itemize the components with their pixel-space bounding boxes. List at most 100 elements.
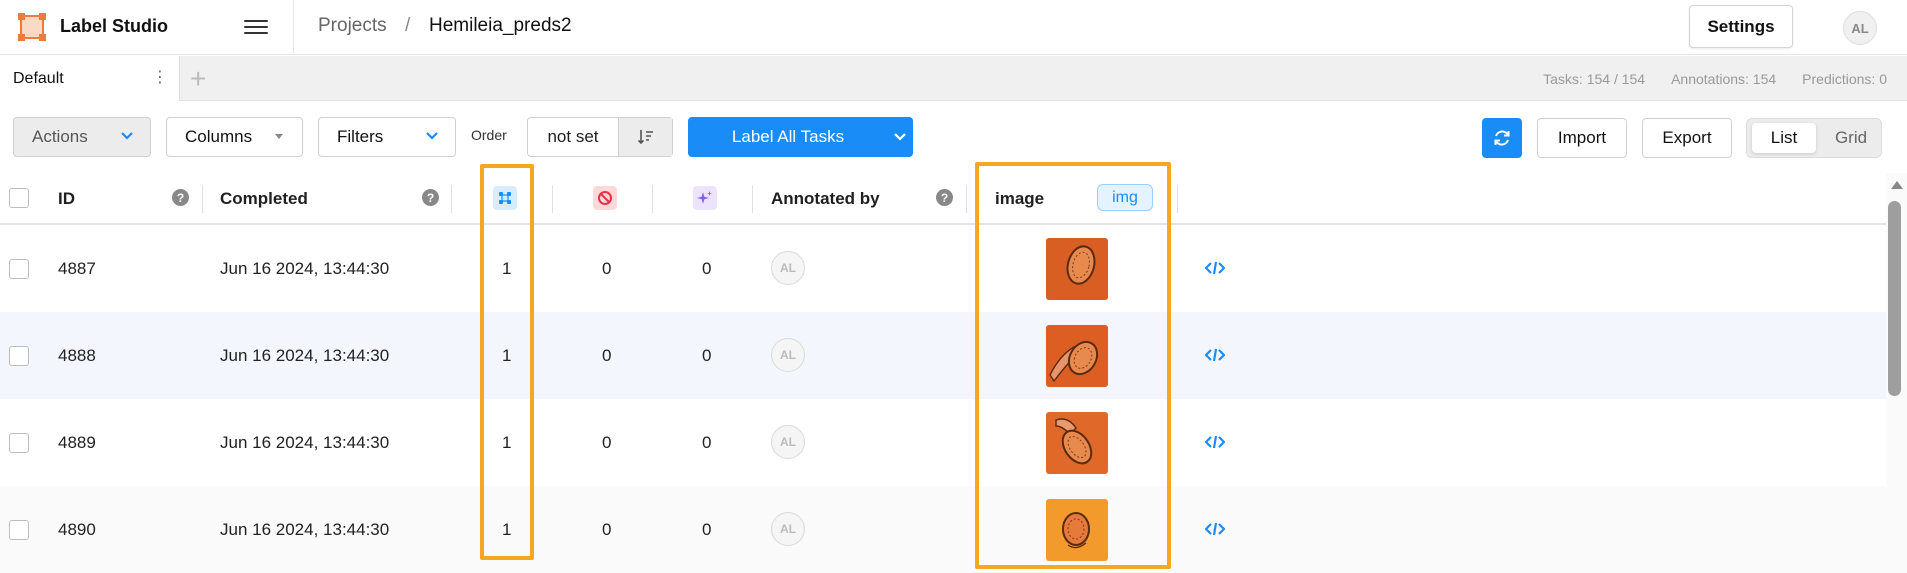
annotations-icon[interactable] xyxy=(493,186,517,210)
header-divider xyxy=(293,0,294,55)
caret-down-icon xyxy=(275,134,283,139)
table-row[interactable]: 4887 Jun 16 2024, 13:44:30 1 0 0 AL xyxy=(0,225,1886,312)
cancelled-icon[interactable] xyxy=(593,186,617,210)
scroll-up-icon[interactable] xyxy=(1891,181,1903,189)
export-button[interactable]: Export xyxy=(1642,118,1732,158)
column-header-annotated-by[interactable]: Annotated by xyxy=(771,189,880,209)
column-divider[interactable] xyxy=(451,185,452,213)
filters-dropdown[interactable]: Filters xyxy=(318,117,456,157)
actions-label: Actions xyxy=(32,127,88,146)
cancelled-count: 0 xyxy=(602,346,612,365)
cancelled-glyph xyxy=(598,191,612,205)
row-checkbox[interactable] xyxy=(9,259,29,279)
select-all-checkbox[interactable] xyxy=(9,188,29,208)
filters-label: Filters xyxy=(337,127,384,146)
add-tab-button[interactable]: + xyxy=(190,63,206,95)
task-id: 4887 xyxy=(58,259,96,278)
refresh-icon[interactable] xyxy=(1482,118,1522,158)
annotator-avatar: AL xyxy=(771,338,805,372)
columns-label: Columns xyxy=(185,127,253,146)
task-id: 4888 xyxy=(58,346,96,365)
label-all-tasks-button[interactable]: Label All Tasks xyxy=(688,117,913,157)
column-divider[interactable] xyxy=(752,185,753,213)
completed-date: Jun 16 2024, 13:44:30 xyxy=(220,433,390,452)
column-divider[interactable] xyxy=(552,185,553,213)
predictions-glyph xyxy=(697,191,712,204)
spore-image xyxy=(1046,238,1108,300)
order-control: not set xyxy=(527,117,673,157)
spore-image xyxy=(1046,325,1108,387)
order-select[interactable]: not set xyxy=(528,118,619,156)
table-row[interactable]: 4888 Jun 16 2024, 13:44:30 1 0 0 AL xyxy=(0,312,1886,399)
chevron-down-icon xyxy=(121,132,133,140)
sort-icon[interactable] xyxy=(619,118,672,156)
predictions-count: 0 xyxy=(702,520,712,539)
column-header-completed[interactable]: Completed xyxy=(220,189,308,209)
table-row[interactable]: 4890 Jun 16 2024, 13:44:30 1 0 0 AL xyxy=(0,486,1886,573)
breadcrumb-projects[interactable]: Projects xyxy=(318,15,387,37)
cancelled-count: 0 xyxy=(602,433,612,452)
sort-direction-icon xyxy=(637,130,653,145)
help-icon[interactable]: ? xyxy=(936,189,953,206)
column-divider[interactable] xyxy=(966,185,967,213)
column-header-id[interactable]: ID xyxy=(58,189,75,209)
import-button[interactable]: Import xyxy=(1537,118,1627,158)
toolbar: Actions Columns Filters Order not set La… xyxy=(0,101,1907,173)
settings-button[interactable]: Settings xyxy=(1689,5,1793,48)
annotator-avatar: AL xyxy=(771,512,805,546)
predictions-count: 0 xyxy=(702,346,712,365)
tab-bar: Default ⋮ + Tasks: 154 / 154 Annotations… xyxy=(0,56,1907,101)
column-divider[interactable] xyxy=(202,185,203,213)
code-icon[interactable] xyxy=(1205,347,1225,363)
tab-menu-icon[interactable]: ⋮ xyxy=(152,68,168,88)
image-type-badge: img xyxy=(1097,184,1153,211)
annotations-glyph xyxy=(499,192,511,204)
app-name: Label Studio xyxy=(60,16,168,36)
completed-date: Jun 16 2024, 13:44:30 xyxy=(220,346,390,365)
task-id: 4889 xyxy=(58,433,96,452)
annotations-count: 1 xyxy=(502,346,512,365)
top-bar: Label Studio Projects / Hemileia_preds2 … xyxy=(0,0,1907,55)
chevron-down-icon[interactable] xyxy=(893,130,907,144)
column-divider[interactable] xyxy=(652,185,653,213)
spore-image xyxy=(1046,412,1108,474)
view-grid-button[interactable]: Grid xyxy=(1825,123,1877,153)
code-icon[interactable] xyxy=(1205,521,1225,537)
predictions-count: 0 xyxy=(702,259,712,278)
annotator-avatar: AL xyxy=(771,425,805,459)
tasks-count: Tasks: 154 / 154 xyxy=(1543,71,1646,87)
row-checkbox[interactable] xyxy=(9,520,29,540)
label-studio-logo-icon[interactable] xyxy=(18,13,46,41)
code-icon[interactable] xyxy=(1205,434,1225,450)
breadcrumb-separator: / xyxy=(405,15,411,36)
actions-dropdown[interactable]: Actions xyxy=(13,117,151,157)
image-thumbnail[interactable] xyxy=(1046,238,1108,300)
predictions-count: Predictions: 0 xyxy=(1802,71,1887,87)
annotations-count: 1 xyxy=(502,433,512,452)
column-header-image[interactable]: image xyxy=(995,189,1044,209)
scroll-thumb[interactable] xyxy=(1888,201,1901,396)
row-checkbox[interactable] xyxy=(9,346,29,366)
user-avatar[interactable]: AL xyxy=(1843,11,1877,45)
code-icon[interactable] xyxy=(1205,260,1225,276)
row-checkbox[interactable] xyxy=(9,433,29,453)
image-thumbnail[interactable] xyxy=(1046,325,1108,387)
completed-date: Jun 16 2024, 13:44:30 xyxy=(220,259,390,278)
view-list-button[interactable]: List xyxy=(1752,123,1816,153)
image-thumbnail[interactable] xyxy=(1046,499,1108,561)
project-stats: Tasks: 154 / 154 Annotations: 154 Predic… xyxy=(1543,71,1887,87)
label-all-tasks-label: Label All Tasks xyxy=(731,127,845,146)
columns-dropdown[interactable]: Columns xyxy=(166,117,303,157)
table-row[interactable]: 4889 Jun 16 2024, 13:44:30 1 0 0 AL xyxy=(0,399,1886,486)
help-icon[interactable]: ? xyxy=(422,189,439,206)
annotations-count: Annotations: 154 xyxy=(1671,71,1777,87)
annotator-avatar: AL xyxy=(771,251,805,285)
image-thumbnail[interactable] xyxy=(1046,412,1108,474)
column-divider[interactable] xyxy=(1177,185,1178,213)
vertical-scrollbar[interactable] xyxy=(1886,173,1907,573)
help-icon[interactable]: ? xyxy=(172,189,189,206)
predictions-icon[interactable] xyxy=(693,186,717,210)
annotations-count: 1 xyxy=(502,259,512,278)
hamburger-icon[interactable] xyxy=(244,16,268,38)
tab-default[interactable]: Default ⋮ xyxy=(0,56,180,101)
